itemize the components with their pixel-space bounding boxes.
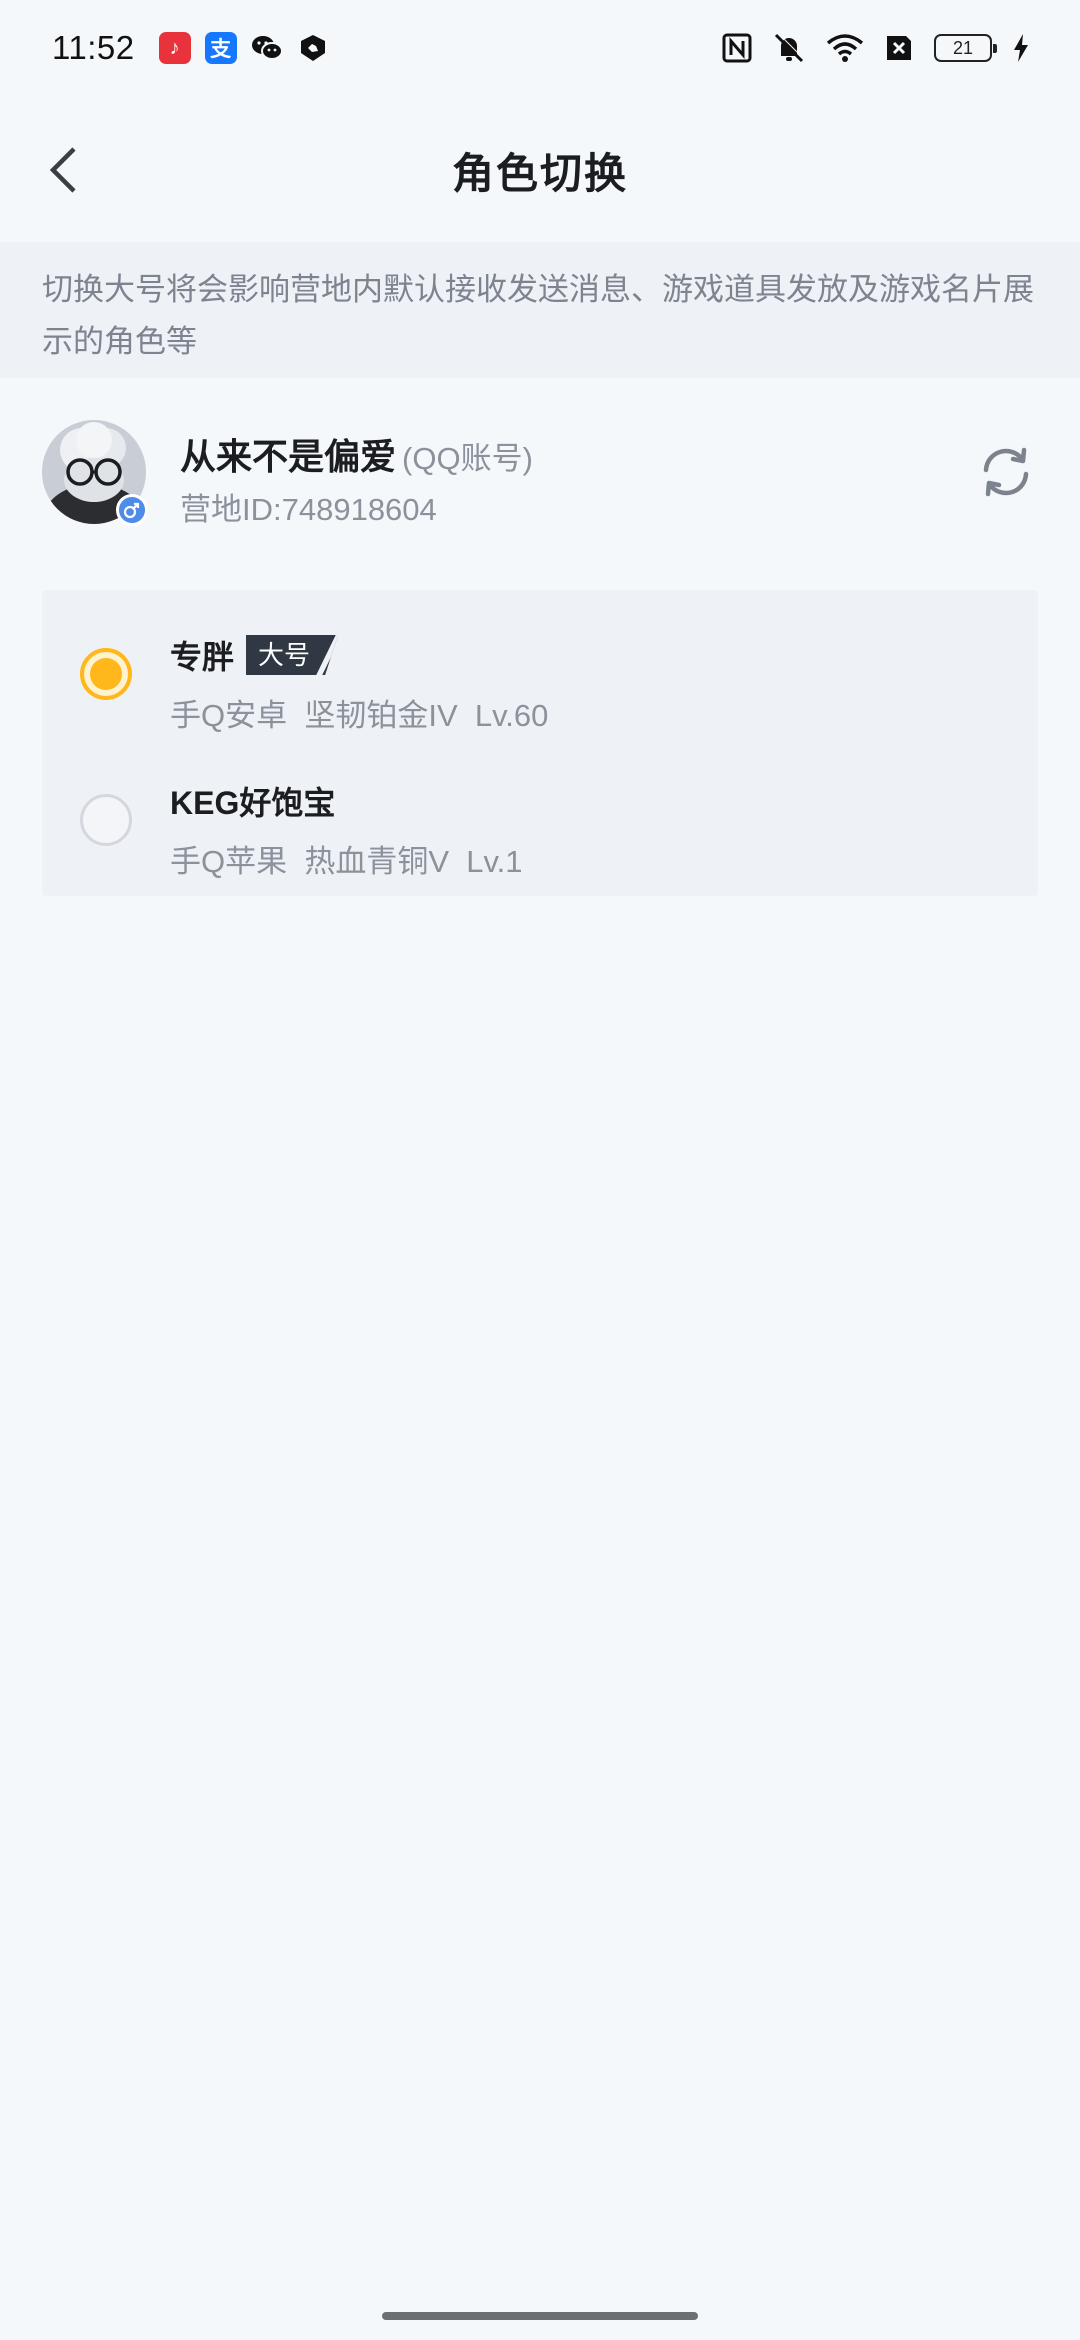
chevron-left-icon: [49, 147, 76, 193]
status-bar: 11:52 ♪ 支 21: [0, 0, 1080, 96]
refresh-button[interactable]: [978, 444, 1034, 500]
main-account-badge: 大号: [246, 635, 339, 675]
wechat-icon: [251, 32, 283, 64]
home-indicator[interactable]: [382, 2312, 698, 2320]
role-radio-unselected[interactable]: [80, 794, 132, 846]
badge-stripe: [316, 635, 339, 675]
role-name: KEG好饱宝: [170, 785, 336, 821]
role-list: 专胖 大号 手Q安卓 坚韧铂金IV Lv.60 KEG好饱宝 手Q苹果 热血青铜…: [42, 590, 1038, 896]
refresh-icon: [983, 447, 1029, 497]
notification-icons: ♪ 支: [158, 32, 329, 64]
account-type: (QQ账号): [402, 441, 533, 476]
charging-icon: [1012, 33, 1030, 63]
game-app-icon: [297, 32, 329, 64]
role-detail: 手Q安卓 坚韧铂金IV Lv.60: [170, 698, 549, 733]
main-account-badge-label: 大号: [258, 640, 311, 670]
role-radio-selected[interactable]: [80, 648, 132, 700]
profile-name: 从来不是偏爱: [180, 436, 397, 477]
role-item[interactable]: KEG好饱宝 手Q苹果 热血青铜V Lv.1: [42, 766, 1038, 896]
radio-dot: [90, 658, 122, 690]
profile-name-row: 从来不是偏爱 (QQ账号): [180, 428, 533, 480]
header: 角色切换: [0, 120, 1080, 220]
wifi-icon: [826, 33, 864, 63]
alipay-icon: 支: [204, 32, 237, 64]
role-name-row: KEG好饱宝: [170, 778, 335, 824]
camp-id: 营地ID:748918604: [180, 492, 437, 527]
notice-banner: 切换大号将会影响营地内默认接收发送消息、游戏道具发放及游戏名片展示的角色等: [0, 242, 1080, 378]
gender-male-icon: [116, 494, 148, 526]
notice-text: 切换大号将会影响营地内默认接收发送消息、游戏道具发放及游戏名片展示的角色等: [42, 272, 1034, 359]
music-app-icon: ♪: [158, 32, 191, 64]
battery-icon: 21: [934, 34, 997, 62]
profile-section: 从来不是偏爱 (QQ账号) 营地ID:748918604: [0, 420, 1080, 530]
nfc-icon: [722, 33, 752, 63]
back-button[interactable]: [38, 142, 88, 198]
role-name-row: 专胖 大号: [170, 632, 339, 678]
page-title: 角色切换: [451, 149, 628, 197]
status-time: 11:52: [52, 29, 135, 66]
battery-level: 21: [952, 37, 974, 58]
role-name: 专胖: [170, 639, 235, 675]
system-icons: 21: [722, 32, 1030, 64]
role-item[interactable]: 专胖 大号 手Q安卓 坚韧铂金IV Lv.60: [42, 620, 1038, 750]
sim-off-icon: [884, 33, 914, 63]
mute-icon: [772, 32, 806, 64]
role-detail: 手Q苹果 热血青铜V Lv.1: [170, 844, 523, 879]
